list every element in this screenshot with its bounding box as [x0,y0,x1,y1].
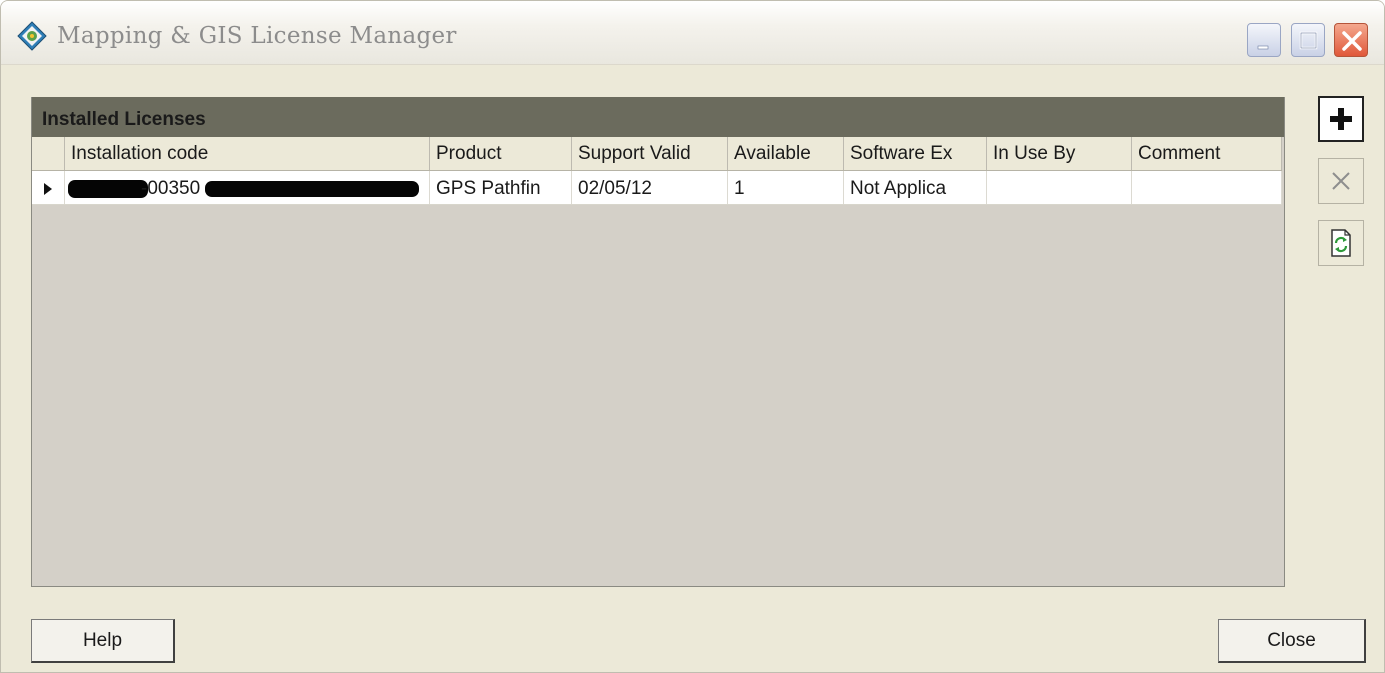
x-icon [1332,172,1350,190]
license-manager-window: Mapping & GIS License Manager Installed … [0,0,1385,673]
cell-support-valid[interactable]: 02/05/12 [572,171,728,204]
cell-available[interactable]: 1 [728,171,844,204]
row-indicator[interactable] [32,171,65,204]
column-header-support-valid[interactable]: Support Valid [572,137,728,170]
row-indicator-header [32,137,65,170]
installed-licenses-panel: Installed Licenses Installation code Pro… [31,97,1285,587]
cell-product[interactable]: GPS Pathfin [430,171,572,204]
column-header-installation-code[interactable]: Installation code [65,137,430,170]
panel-title: Installed Licenses [42,109,206,130]
close-icon [1342,31,1362,51]
column-header-product[interactable]: Product [430,137,572,170]
window-title: Mapping & GIS License Manager [57,23,457,49]
grid-header-row: Installation code Product Support Valid … [32,137,1282,171]
licenses-grid: Installation code Product Support Valid … [32,137,1282,209]
cell-in-use-by[interactable] [987,171,1132,204]
table-row[interactable]: -00350 GPS Pathfin 02/05/12 1 Not Applic… [32,171,1282,205]
title-bar[interactable]: Mapping & GIS License Manager [1,1,1384,65]
column-header-software-ex[interactable]: Software Ex [844,137,987,170]
maximize-button[interactable] [1291,23,1325,57]
column-header-comment[interactable]: Comment [1132,137,1282,170]
column-header-in-use-by[interactable]: In Use By [987,137,1132,170]
close-button[interactable]: Close [1218,619,1366,663]
refresh-licenses-button[interactable] [1318,220,1364,266]
redaction-mark [205,181,419,197]
add-license-button[interactable] [1318,96,1364,142]
installation-code-text: -00350 [141,178,201,199]
cell-comment[interactable] [1132,171,1282,204]
close-window-button[interactable] [1334,23,1368,57]
plus-icon [1330,108,1352,130]
cell-installation-code[interactable]: -00350 [65,171,430,204]
help-button[interactable]: Help [31,619,175,663]
minimize-icon [1257,45,1269,50]
panel-header: Installed Licenses [32,97,1284,137]
minimize-button[interactable] [1247,23,1281,57]
column-header-available[interactable]: Available [728,137,844,170]
row-pointer-icon [44,183,52,195]
remove-license-button[interactable] [1318,158,1364,204]
maximize-icon [1299,31,1318,50]
cell-software-ex[interactable]: Not Applica [844,171,987,204]
app-logo-icon [17,21,47,51]
redaction-mark [68,180,148,198]
refresh-icon [1331,229,1351,257]
